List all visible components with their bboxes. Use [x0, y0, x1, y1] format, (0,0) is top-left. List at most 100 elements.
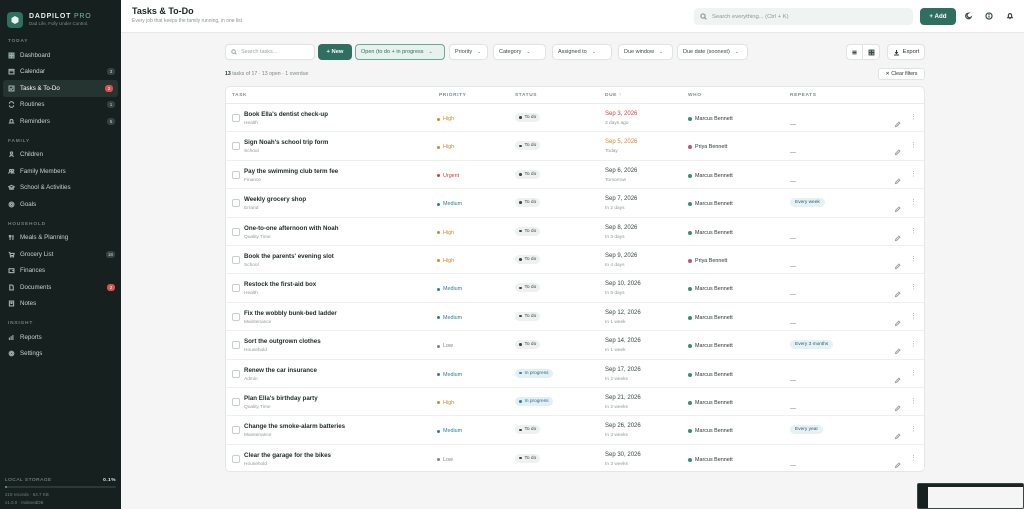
assignee[interactable]: Marcus Bennett: [688, 457, 733, 463]
sidebar-item-reminders[interactable]: Reminders 5: [0, 113, 121, 130]
more-options-icon[interactable]: ⋮: [910, 228, 917, 235]
edit-icon[interactable]: [894, 456, 901, 468]
task-checkbox[interactable]: [232, 341, 240, 350]
task-title[interactable]: Fix the wobbly bunk-bed ladder: [244, 310, 337, 317]
more-options-icon[interactable]: ⋮: [910, 370, 917, 377]
add-button[interactable]: + Add: [920, 8, 956, 25]
table-row[interactable]: Plan Ella's birthday party Quality Time …: [226, 388, 924, 417]
more-options-icon[interactable]: ⋮: [910, 398, 917, 405]
assignee[interactable]: Marcus Bennett: [688, 201, 733, 207]
more-options-icon[interactable]: ⋮: [910, 199, 917, 206]
assignee[interactable]: Marcus Bennett: [688, 400, 733, 406]
sidebar-item-notes[interactable]: Notes: [0, 296, 121, 313]
assignee[interactable]: Marcus Bennett: [688, 116, 733, 122]
global-search-input[interactable]: Search everything... (Ctrl + K): [694, 8, 913, 25]
status-badge[interactable]: To do: [515, 254, 541, 264]
sidebar-item-calendar[interactable]: Calendar 3: [0, 64, 121, 81]
table-row[interactable]: Restock the first-aid box Health Medium …: [226, 274, 924, 303]
sidebar-item-documents[interactable]: Documents 2: [0, 279, 121, 296]
table-row[interactable]: Clear the garage for the bikes Household…: [226, 445, 924, 471]
column-due[interactable]: DUE ↑: [605, 93, 622, 98]
status-badge[interactable]: To do: [515, 169, 541, 179]
task-title[interactable]: Book Ella's dentist check-up: [244, 111, 328, 118]
task-checkbox[interactable]: [232, 199, 240, 208]
sidebar-item-routines[interactable]: Routines 1: [0, 97, 121, 114]
task-checkbox[interactable]: [232, 142, 240, 151]
table-row[interactable]: Sort the outgrown clothes Household Low …: [226, 331, 924, 360]
more-options-icon[interactable]: ⋮: [910, 256, 917, 263]
edit-icon[interactable]: [894, 371, 901, 383]
task-checkbox[interactable]: [232, 114, 240, 122]
table-row[interactable]: Weekly grocery shop Errand Medium To do …: [226, 189, 924, 218]
sort-select[interactable]: Due date (soonest) ⌄: [677, 44, 748, 60]
status-badge[interactable]: To do: [515, 283, 541, 293]
more-options-icon[interactable]: ⋮: [910, 341, 917, 348]
status-filter[interactable]: Open (to do + in progress ⌄: [355, 44, 445, 60]
task-checkbox[interactable]: [232, 312, 240, 321]
task-title[interactable]: Plan Ella's birthday party: [244, 395, 318, 402]
sidebar-item-children[interactable]: Children: [0, 147, 121, 164]
status-badge[interactable]: To do: [515, 453, 541, 463]
sidebar-item-settings[interactable]: Settings: [0, 346, 121, 363]
task-checkbox[interactable]: [232, 284, 240, 293]
assignee[interactable]: Marcus Bennett: [688, 230, 733, 236]
assigned-to-filter[interactable]: Assigned to ⌄: [552, 44, 612, 60]
edit-icon[interactable]: [894, 285, 901, 298]
status-badge[interactable]: To do: [515, 311, 541, 321]
sidebar-item-school-activities[interactable]: School & Activities: [0, 180, 121, 197]
task-checkbox[interactable]: [232, 426, 240, 435]
task-title[interactable]: Sign Noah's school trip form: [244, 139, 328, 146]
table-row[interactable]: Change the smoke-alarm batteries Mainten…: [226, 416, 924, 445]
more-options-icon[interactable]: ⋮: [910, 426, 917, 433]
sidebar-item-family-members[interactable]: Family Members: [0, 163, 121, 180]
edit-icon[interactable]: [894, 115, 901, 128]
category-filter[interactable]: Category ⌄: [493, 44, 546, 60]
export-button[interactable]: Export: [887, 44, 925, 60]
task-checkbox[interactable]: [232, 170, 240, 179]
status-badge[interactable]: To do: [515, 198, 541, 208]
list-view-button[interactable]: [846, 44, 863, 60]
table-row[interactable]: Pay the swimming club term fee Finance U…: [226, 161, 924, 190]
due-window-filter[interactable]: Due window ⌄: [618, 44, 673, 60]
status-badge[interactable]: To do: [515, 141, 541, 151]
more-options-icon[interactable]: ⋮: [910, 313, 917, 320]
more-options-icon[interactable]: ⋮: [910, 114, 917, 121]
sidebar-item-finances[interactable]: Finances: [0, 263, 121, 280]
brand[interactable]: DADPILOT PRO Dad Life, Fully Under Contr…: [0, 0, 121, 30]
priority-filter[interactable]: Priority ⌄: [449, 44, 488, 60]
task-title[interactable]: Clear the garage for the bikes: [244, 452, 331, 459]
table-row[interactable]: Book Ella's dentist check-up Health High…: [226, 104, 924, 133]
column-priority[interactable]: PRIORITY: [439, 93, 466, 98]
table-row[interactable]: Renew the car insurance Admin Medium In …: [226, 360, 924, 388]
task-title[interactable]: Sort the outgrown clothes: [244, 338, 321, 345]
task-checkbox[interactable]: [232, 397, 240, 406]
sidebar-item-tasks-to-do[interactable]: Tasks & To-Do 2: [3, 80, 118, 97]
assignee[interactable]: Marcus Bennett: [688, 372, 733, 378]
edit-icon[interactable]: [894, 257, 901, 270]
status-badge[interactable]: To do: [515, 425, 541, 435]
task-title[interactable]: Book the parents' evening slot: [244, 253, 334, 260]
sidebar-item-dashboard[interactable]: Dashboard: [0, 47, 121, 64]
sidebar-item-goals[interactable]: Goals: [0, 196, 121, 213]
sidebar-item-meals-planning[interactable]: Meals & Planning: [0, 230, 121, 247]
edit-icon[interactable]: [894, 200, 901, 213]
table-row[interactable]: Book the parents' evening slot School Hi…: [226, 246, 924, 275]
assignee[interactable]: Priya Bennett: [688, 258, 727, 264]
edit-icon[interactable]: [894, 143, 901, 156]
status-badge[interactable]: To do: [515, 226, 541, 236]
status-badge[interactable]: To do: [515, 113, 541, 122]
edit-icon[interactable]: [894, 399, 901, 412]
edit-icon[interactable]: [894, 427, 901, 440]
task-title[interactable]: Restock the first-aid box: [244, 281, 316, 288]
column-status[interactable]: STATUS: [515, 93, 537, 98]
column-repeats[interactable]: REPEATS: [790, 93, 817, 98]
new-task-button[interactable]: + New: [318, 44, 352, 60]
assignee[interactable]: Marcus Bennett: [688, 173, 733, 179]
task-search-input[interactable]: Search tasks...: [225, 44, 315, 60]
moon-icon[interactable]: [964, 11, 974, 21]
assignee[interactable]: Marcus Bennett: [688, 286, 733, 292]
status-badge[interactable]: To do: [515, 340, 541, 350]
more-options-icon[interactable]: ⋮: [910, 284, 917, 291]
more-options-icon[interactable]: ⋮: [910, 171, 917, 178]
table-row[interactable]: Sign Noah's school trip form School High…: [226, 132, 924, 161]
